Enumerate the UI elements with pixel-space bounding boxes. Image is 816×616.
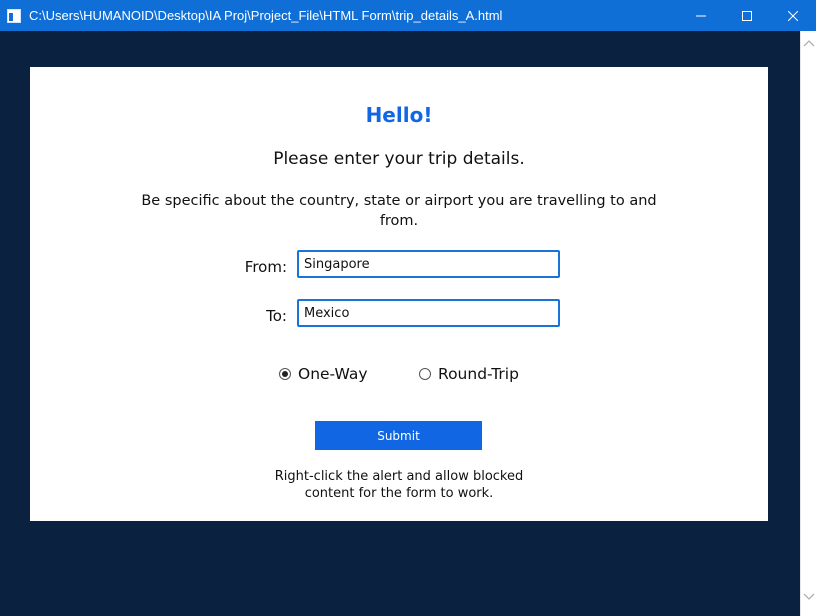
trip-type-radio-group: One-Way Round-Trip bbox=[30, 365, 768, 389]
minimize-icon bbox=[696, 15, 706, 16]
maximize-button[interactable] bbox=[724, 0, 770, 31]
to-field-row: To: bbox=[30, 298, 768, 328]
close-icon bbox=[788, 10, 798, 21]
from-field-row: From: bbox=[30, 249, 768, 279]
from-label: From: bbox=[244, 258, 287, 276]
window-controls bbox=[678, 0, 816, 31]
one-way-radio[interactable] bbox=[279, 368, 291, 380]
window-titlebar[interactable]: C:\Users\HUMANOID\Desktop\IA Proj\Projec… bbox=[0, 0, 816, 31]
from-input[interactable] bbox=[297, 250, 560, 278]
one-way-label[interactable]: One-Way bbox=[298, 365, 368, 383]
round-trip-option[interactable]: Round-Trip bbox=[419, 365, 519, 383]
close-button[interactable] bbox=[770, 0, 816, 31]
to-label: To: bbox=[266, 307, 287, 325]
maximize-icon bbox=[742, 10, 752, 21]
footnote-text: Right-click the alert and allow blocked … bbox=[274, 469, 524, 501]
one-way-option[interactable]: One-Way bbox=[279, 365, 368, 383]
app-icon bbox=[7, 8, 21, 23]
scroll-up-icon[interactable] bbox=[803, 39, 815, 49]
instruction-text: Be specific about the country, state or … bbox=[141, 193, 657, 229]
page-subtitle: Please enter your trip details. bbox=[273, 149, 525, 169]
trip-form-card: Hello! Please enter your trip details. B… bbox=[30, 67, 768, 521]
round-trip-radio[interactable] bbox=[419, 368, 431, 380]
window-title: C:\Users\HUMANOID\Desktop\IA Proj\Projec… bbox=[29, 8, 503, 23]
page-title: Hello! bbox=[365, 103, 433, 127]
round-trip-label[interactable]: Round-Trip bbox=[438, 365, 519, 383]
minimize-button[interactable] bbox=[678, 0, 724, 31]
vertical-scrollbar[interactable] bbox=[800, 31, 816, 616]
scroll-down-icon[interactable] bbox=[803, 591, 815, 601]
submit-button[interactable]: Submit bbox=[315, 421, 482, 450]
to-input[interactable] bbox=[297, 299, 560, 327]
